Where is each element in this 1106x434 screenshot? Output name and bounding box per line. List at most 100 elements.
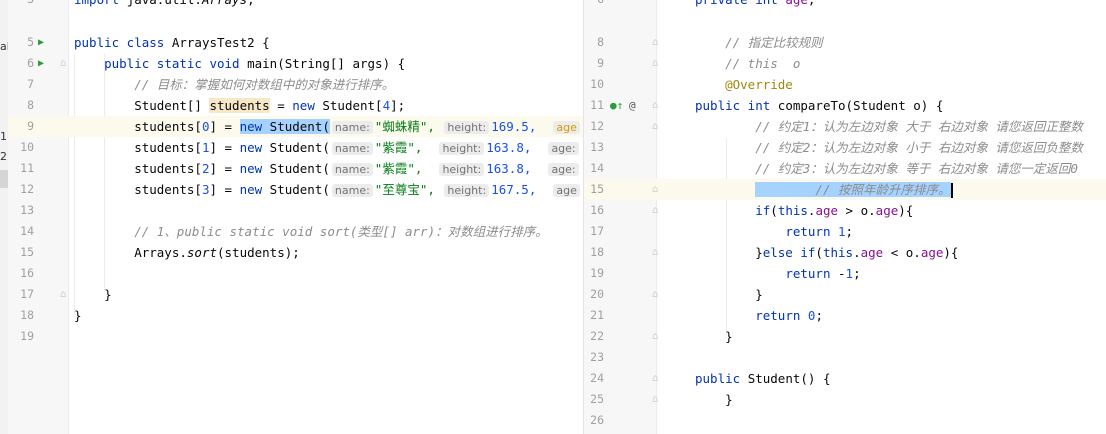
code-text[interactable]: public int compareTo(Student o) { xyxy=(695,95,943,116)
override-icon[interactable]: @ xyxy=(629,95,636,116)
fold-icon[interactable]: ⌂ xyxy=(652,179,658,200)
param-hint: name: xyxy=(331,163,373,176)
code-line[interactable]: 14 // 1、public static void sort(类型[] arr… xyxy=(8,221,583,242)
code-text[interactable]: } xyxy=(695,326,733,347)
code-line[interactable]: 23 xyxy=(584,347,1106,368)
code-text[interactable]: } xyxy=(74,284,112,305)
overview-label: 1 xyxy=(0,130,7,143)
code-comment[interactable]: // this o xyxy=(695,53,800,74)
line-number: 18 xyxy=(20,308,34,322)
code-line[interactable]: 12 ⌂ // 约定1：认为左边对象 大于 右边对象 请您返回正整数 xyxy=(584,116,1106,137)
code-text[interactable]: } xyxy=(74,305,82,326)
code-text[interactable]: Arrays.sort(students); xyxy=(74,242,300,263)
code-text[interactable]: } xyxy=(695,389,733,410)
code-line[interactable]: 24 ⌂ public Student() { xyxy=(584,368,1106,389)
code-line[interactable]: 13 // 约定2：认为左边对象 小于 右边对象 请您返回负整数 xyxy=(584,137,1106,158)
code-line[interactable]: 20 ⌂ } xyxy=(584,284,1106,305)
fold-icon[interactable]: ⌂ xyxy=(652,200,658,221)
code-comment[interactable]: // 约定3：认为左边对象 等于 右边对象 请您一定返回0 xyxy=(695,158,1078,179)
code-text[interactable]: return -1; xyxy=(695,263,860,284)
code-text[interactable]: private int age; xyxy=(695,0,815,10)
code-text[interactable]: public Student() { xyxy=(695,368,830,389)
code-line[interactable]: 6 private int age; xyxy=(584,0,1106,10)
code-text[interactable]: public static void main(String[] args) { xyxy=(74,53,405,74)
code-line[interactable]: 10 @Override xyxy=(584,74,1106,95)
code-line[interactable]: 21 return 0; xyxy=(584,305,1106,326)
implements-icon[interactable]: ●↑ xyxy=(610,95,623,116)
editor-pane-right[interactable]: 6 private int age; 8 ⌂ // 指定比较规则 9 ⌂ // … xyxy=(583,0,1106,434)
overview-strip: al 1 2 xyxy=(0,0,10,434)
code-line[interactable]: 16 xyxy=(8,263,583,284)
code-comment[interactable]: // 约定2：认为左边对象 小于 右边对象 请您返回负整数 xyxy=(695,137,1083,158)
fold-icon[interactable]: ⌂ xyxy=(652,326,658,347)
code-comment[interactable]: // 按照年龄升序排序。 xyxy=(695,179,953,200)
fold-icon[interactable]: ⌂ xyxy=(652,284,658,305)
code-text[interactable]: students[2] = new Student(name: "紫霞", hei… xyxy=(74,158,581,180)
fold-icon[interactable]: ⌂ xyxy=(652,368,658,389)
code-line[interactable]: 16 ⌂ if(this.age > o.age){ xyxy=(584,200,1106,221)
code-line[interactable]: 25 ⌂ } xyxy=(584,389,1106,410)
code-text[interactable]: students[3] = new Student(name: "至尊宝", he… xyxy=(74,179,582,201)
fold-icon[interactable]: ⌂ xyxy=(652,116,658,137)
param-hint: name: xyxy=(331,121,373,134)
param-hint: height: xyxy=(444,184,490,197)
code-line[interactable]: 26 xyxy=(584,410,1106,431)
run-icon[interactable]: ▶ xyxy=(38,32,44,53)
line-number: 6 xyxy=(27,56,34,70)
code-text[interactable]: students[0] = new Student(name: "蜘蛛精", he… xyxy=(74,116,582,138)
code-text[interactable]: Student[] students = new Student[4]; xyxy=(74,95,405,116)
code-line[interactable]: 14 // 约定3：认为左边对象 等于 右边对象 请您一定返回0 xyxy=(584,158,1106,179)
string-arg: "紫霞", xyxy=(374,161,423,176)
code-line[interactable]: 19 xyxy=(8,326,583,347)
fold-icon[interactable]: ⌂ xyxy=(60,284,66,305)
code-text[interactable]: return 0; xyxy=(695,305,823,326)
code-line[interactable]: 15 Arrays.sort(students); xyxy=(8,242,583,263)
fold-icon[interactable]: ⌂ xyxy=(652,53,658,74)
editor-pane-left[interactable]: 3 import java.util.Arrays; 5 ▶ public cl… xyxy=(8,0,583,434)
line-number: 15 xyxy=(590,182,604,196)
fold-icon[interactable]: ⌂ xyxy=(652,32,658,53)
fold-icon[interactable]: ⌂ xyxy=(60,53,66,74)
code-line[interactable]: 6 ▶ ⌂ public static void main(String[] a… xyxy=(8,53,583,74)
line-number: 10 xyxy=(590,77,604,91)
run-icon[interactable]: ▶ xyxy=(38,53,44,74)
code-annotation[interactable]: @Override xyxy=(695,74,793,95)
code-comment[interactable]: // 目标：掌握如何对数组中的对象进行排序。 xyxy=(74,74,394,95)
code-line[interactable]: 8 ⌂ // 指定比较规则 xyxy=(584,32,1106,53)
code-text[interactable]: if(this.age > o.age){ xyxy=(695,200,913,221)
fold-icon[interactable]: ⌂ xyxy=(652,95,658,116)
code-line[interactable]: 13 xyxy=(8,200,583,221)
code-comment[interactable]: // 约定1：认为左边对象 大于 右边对象 请您返回正整数 xyxy=(695,116,1083,137)
code-text[interactable]: return 1; xyxy=(695,221,853,242)
code-line[interactable]: 12 students[3] = new Student(name: "至尊宝",… xyxy=(8,179,583,200)
fold-icon[interactable]: ⌂ xyxy=(652,242,658,263)
line-number: 14 xyxy=(590,161,604,175)
selected-text[interactable]: // 按照年龄升序排序。 xyxy=(755,182,951,197)
code-line[interactable]: 11 students[2] = new Student(name: "紫霞", … xyxy=(8,158,583,179)
code-line[interactable]: 10 students[1] = new Student(name: "紫霞", … xyxy=(8,137,583,158)
code-text[interactable]: public class ArraysTest2 { xyxy=(74,32,270,53)
code-comment[interactable]: // 指定比较规则 xyxy=(695,32,823,53)
code-comment[interactable]: // 1、public static void sort(类型[] arr)：对… xyxy=(74,221,547,242)
code-line[interactable]: 17 return 1; xyxy=(584,221,1106,242)
code-line[interactable]: 19 return -1; xyxy=(584,263,1106,284)
code-line[interactable]: 18 } xyxy=(8,305,583,326)
code-line[interactable]: 18 ⌂ }else if(this.age < o.age){ xyxy=(584,242,1106,263)
code-text[interactable]: students[1] = new Student(name: "紫霞", hei… xyxy=(74,137,581,159)
code-line[interactable]: 3 import java.util.Arrays; xyxy=(8,0,583,10)
code-line[interactable]: 17 ⌂ } xyxy=(8,284,583,305)
line-number: 9 xyxy=(597,56,604,70)
code-line-current[interactable]: 15 ⌂ // 按照年龄升序排序。 xyxy=(584,179,1106,200)
code-line-current[interactable]: 9 students[0] = new Student(name: "蜘蛛精", … xyxy=(8,116,583,137)
code-line[interactable]: 11 ●↑ @ ⌂ public int compareTo(Student o… xyxy=(584,95,1106,116)
code-text[interactable]: }else if(this.age < o.age){ xyxy=(695,242,958,263)
line-number: 22 xyxy=(590,329,604,343)
code-line[interactable]: 7 // 目标：掌握如何对数组中的对象进行排序。 xyxy=(8,74,583,95)
code-text[interactable]: } xyxy=(695,284,763,305)
code-text[interactable]: import java.util.Arrays; xyxy=(74,0,255,10)
code-line[interactable]: 8 Student[] students = new Student[4]; xyxy=(8,95,583,116)
code-line[interactable]: 22 ⌂ } xyxy=(584,326,1106,347)
code-line[interactable]: 5 ▶ public class ArraysTest2 { xyxy=(8,32,583,53)
code-line[interactable]: 9 ⌂ // this o xyxy=(584,53,1106,74)
fold-icon[interactable]: ⌂ xyxy=(652,389,658,410)
